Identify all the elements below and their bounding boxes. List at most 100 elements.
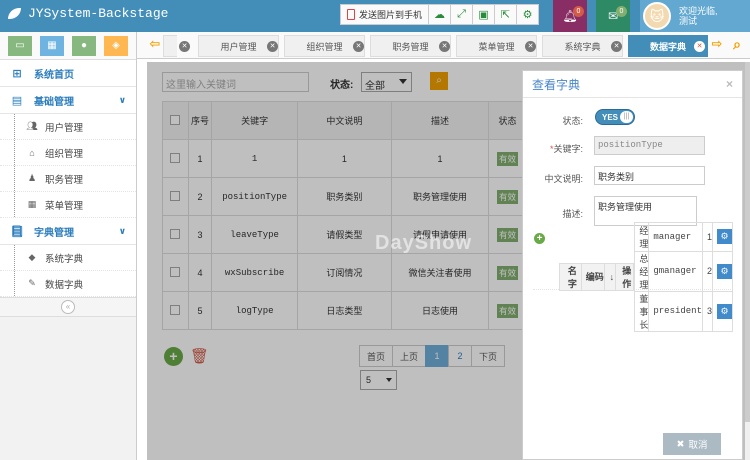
gear-icon[interactable]: ⚙	[717, 229, 732, 244]
name-field[interactable]: 职务类别	[594, 166, 705, 185]
shortcut-grid-button[interactable]: ▦	[40, 35, 64, 56]
plus-icon: +	[536, 233, 543, 244]
chevron-down-icon: ∨	[118, 94, 126, 105]
scrollbar-thumb[interactable]	[745, 62, 750, 422]
cloud-button[interactable]: ☁	[429, 4, 452, 25]
status-field-label: 状态:	[562, 116, 583, 126]
sidebar: ▭ ▦ ● ◈ ⊞ 系统首页 ▤ 基础管理 ∨ 👥︎ 用户管理 ⌂ 组织管理 ♟ 职务管理 …	[0, 32, 137, 460]
desc-field-label: 描述:	[562, 209, 583, 219]
item-row: 总经理 gmanager 2 ⚙	[634, 250, 733, 292]
close-icon: ✖	[676, 438, 685, 450]
tab-search[interactable]: ⌕	[730, 36, 744, 54]
chevron-down-icon: ∨	[118, 225, 126, 236]
items-table: 名字 编码 ↓ 操作 经理 manager 1 ⚙ 总经理 gmanager 2…	[533, 221, 733, 332]
col-item-actions: 操作	[615, 262, 635, 291]
messages-button[interactable]: ✉ 0	[596, 0, 630, 32]
sort-icon: ↓	[609, 271, 615, 282]
cancel-button[interactable]: ✖ 取消	[663, 433, 721, 455]
leaf-logo-icon	[8, 8, 21, 19]
watermark: DayShow	[375, 232, 473, 254]
status-toggle[interactable]: YES |||	[595, 109, 635, 125]
tab-partial[interactable]	[163, 35, 177, 57]
sidebar-collapse[interactable]: «	[0, 297, 136, 317]
col-item-code: 编码	[580, 262, 605, 291]
menu-data-dictionary[interactable]: ✎ 数据字典	[0, 271, 136, 297]
gear-icon: ⚙	[522, 9, 533, 21]
gear-icon[interactable]: ⚙	[717, 263, 732, 279]
alerts-button[interactable]: 🔔︎ 0	[553, 0, 587, 32]
monitor-icon: ▭	[15, 40, 25, 51]
messages-badge: 0	[616, 6, 627, 17]
close-icon[interactable]: ×	[726, 77, 733, 91]
shortcut-monitor-button[interactable]: ▭	[8, 35, 32, 56]
cloud-icon: ☁	[434, 9, 446, 21]
brand[interactable]: JYSystem-Backstage	[8, 6, 168, 21]
close-icon[interactable]: ✕	[611, 41, 622, 52]
username: 测试	[679, 16, 698, 26]
save-button[interactable]: ▣	[473, 4, 496, 25]
top-toolbar: 发送图片到手机 ☁ ⤢ ▣ ⇱ ⚙	[340, 4, 540, 25]
shortcut-user-button[interactable]: ●	[72, 35, 96, 56]
menu-home[interactable]: ⊞ 系统首页	[0, 60, 136, 87]
close-icon[interactable]: ✕	[353, 41, 364, 52]
menu-dictionary-management[interactable]: 📘︎ 字典管理 ∨	[0, 218, 136, 245]
send-to-phone-button[interactable]: 发送图片到手机	[340, 4, 430, 25]
share-button[interactable]: ⇱	[495, 4, 518, 25]
shortcut-buttons: ▭ ▦ ● ◈	[0, 32, 136, 60]
arrow-right-icon: ⇨	[711, 36, 723, 51]
toggle-knob: |||	[620, 111, 633, 123]
expand-icon: ⤢	[457, 8, 466, 20]
grid-icon: ▦	[47, 40, 57, 51]
add-item-button[interactable]: +	[534, 233, 545, 244]
sitemap-icon: ⌂	[29, 147, 35, 158]
view-dictionary-panel: 查看字典 × 状态: YES ||| *关键字: positionType 中文…	[522, 70, 743, 460]
top-navbar: JYSystem-Backstage 发送图片到手机 ☁ ⤢ ▣ ⇱ ⚙ 🔔︎ …	[0, 0, 750, 32]
menu-org-management[interactable]: ⌂ 组织管理	[0, 140, 136, 166]
close-icon[interactable]: ✕	[267, 41, 278, 52]
save-icon: ▣	[478, 9, 489, 21]
gear-icon[interactable]: ⚙	[717, 303, 732, 319]
menu-user-management[interactable]: 👥︎ 用户管理	[0, 114, 136, 140]
th-icon: ▦	[27, 199, 37, 209]
user-menu[interactable]: 🐱︎ 欢迎光临, 测试	[640, 0, 750, 32]
search-icon: ⌕	[733, 36, 741, 52]
menu-basic-management[interactable]: ▤ 基础管理 ∨	[0, 87, 136, 114]
fullscreen-button[interactable]: ⤢	[451, 4, 474, 25]
close-icon[interactable]: ✕	[525, 41, 536, 52]
arrow-left-icon: ⇦	[149, 36, 161, 51]
qrcode-icon: ▤	[11, 94, 23, 107]
users-icon: 👥︎	[26, 121, 38, 131]
name-field-label: 中文说明:	[544, 174, 583, 184]
col-item-name: 名字	[559, 262, 582, 291]
welcome-text: 欢迎光临,	[679, 6, 718, 16]
user-tie-icon: ♟	[27, 173, 37, 183]
alerts-badge: 0	[573, 6, 584, 17]
close-icon[interactable]: ✕	[179, 41, 190, 52]
avatar: 🐱︎	[643, 2, 671, 30]
menu-position-management[interactable]: ♟ 职务管理	[0, 166, 136, 192]
close-icon[interactable]: ✕	[694, 41, 705, 52]
item-row: 经理 manager 1 ⚙	[634, 221, 733, 252]
key-field[interactable]: positionType	[594, 136, 705, 155]
close-icon[interactable]: ✕	[439, 41, 450, 52]
panel-title: 查看字典	[532, 77, 581, 92]
dropbox-icon: ◆	[28, 252, 36, 262]
tab-bar: ⇦ ✕ 用户管理 ✕ 组织管理 ✕ 职务管理 ✕ 菜单管理 ✕ 系统字典 ✕ 数…	[137, 32, 750, 59]
double-chevron-left-icon: «	[61, 300, 75, 314]
cat-avatar-icon: 🐱︎	[649, 7, 665, 24]
settings-button[interactable]: ⚙	[517, 4, 540, 25]
key-field-label: *关键字:	[549, 144, 583, 154]
phone-icon	[347, 9, 355, 20]
box-icon: ◈	[112, 40, 120, 51]
book-icon: 📘︎	[10, 225, 24, 238]
menu-system-dictionary[interactable]: ◆ 系统字典	[0, 245, 136, 271]
tab-scroll-left[interactable]: ⇦	[148, 36, 162, 54]
item-row: 董事长 president 3 ⚙	[634, 290, 733, 332]
tab-scroll-right[interactable]: ⇨	[710, 36, 724, 54]
scrollbar[interactable]	[745, 62, 750, 460]
menu-menu-management[interactable]: ▦ 菜单管理	[0, 192, 136, 218]
app-title: JYSystem-Backstage	[28, 6, 169, 21]
windows-icon: ⊞	[12, 67, 22, 80]
shortcut-box-button[interactable]: ◈	[104, 35, 128, 56]
col-item-order[interactable]: ↓	[603, 262, 617, 291]
